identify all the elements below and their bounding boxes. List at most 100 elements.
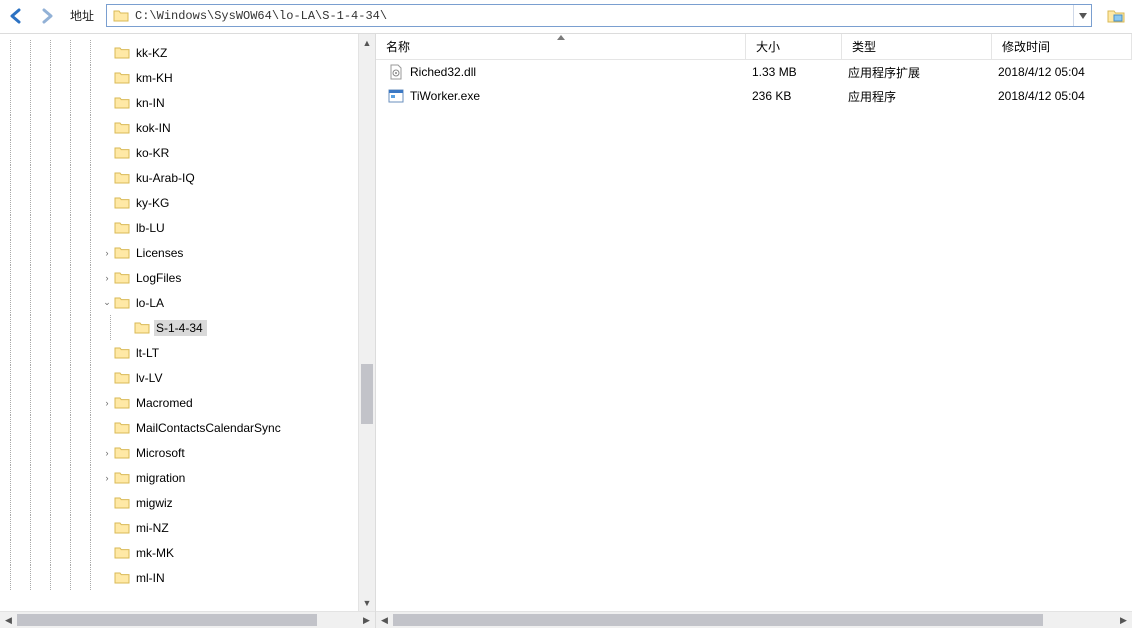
tree-vertical-scrollbar[interactable]: ▲ ▼	[358, 34, 375, 611]
tree-hscroll-thumb[interactable]	[17, 614, 317, 626]
tree-item[interactable]: ›kk-KZ	[0, 40, 375, 65]
column-header-type[interactable]: 类型	[842, 34, 992, 59]
tree-item[interactable]: ›kok-IN	[0, 115, 375, 140]
tree-item-label: kk-KZ	[134, 45, 171, 61]
scroll-right-icon[interactable]: ▶	[1115, 612, 1132, 629]
file-list-pane: 名称 大小 类型 修改时间 Riched32.dll 1.33 MB应用程序扩展2…	[376, 34, 1132, 628]
expand-icon[interactable]: ›	[100, 248, 114, 258]
folder-icon	[114, 370, 130, 386]
file-name: Riched32.dll	[410, 65, 476, 79]
folder-icon	[114, 270, 130, 286]
tree-item[interactable]: ›migwiz	[0, 490, 375, 515]
tree-item-label: lb-LU	[134, 220, 169, 236]
folder-icon	[114, 395, 130, 411]
tree-item-label: S-1-4-34	[154, 320, 207, 336]
file-date: 2018/4/12 05:04	[992, 65, 1132, 79]
folder-icon	[114, 70, 130, 86]
tree-item-label: Microsoft	[134, 445, 189, 461]
tree-item-label: ky-KG	[134, 195, 173, 211]
expand-icon[interactable]: ›	[100, 273, 114, 283]
tree-item[interactable]: › Licenses	[0, 240, 375, 265]
tree-item-label: migwiz	[134, 495, 177, 511]
exe-file-icon	[388, 88, 404, 104]
main-split: ›kk-KZ›km-KH›kn-IN›kok-IN›ko-KR›ku-Arab-…	[0, 34, 1132, 628]
file-type: 应用程序扩展	[842, 64, 992, 81]
scroll-right-icon[interactable]: ▶	[358, 612, 375, 629]
address-bar[interactable]: C:\Windows\SysWOW64\lo-LA\S-1-4-34\	[106, 4, 1092, 27]
expand-icon[interactable]: ›	[100, 398, 114, 408]
tree-item[interactable]: ›mi-NZ	[0, 515, 375, 540]
tree-item-label: lo-LA	[134, 295, 168, 311]
list-hscroll-thumb[interactable]	[393, 614, 1043, 626]
file-date: 2018/4/12 05:04	[992, 89, 1132, 103]
tree-item[interactable]: ›ml-IN	[0, 565, 375, 590]
folder-icon	[114, 120, 130, 136]
expand-icon[interactable]: ›	[100, 473, 114, 483]
tree-item[interactable]: ›ky-KG	[0, 190, 375, 215]
tree-item-label: ml-IN	[134, 570, 169, 586]
tree-item[interactable]: ›ko-KR	[0, 140, 375, 165]
tree-item[interactable]: › Macromed	[0, 390, 375, 415]
file-row[interactable]: Riched32.dll 1.33 MB应用程序扩展2018/4/12 05:04	[376, 60, 1132, 84]
tree-item[interactable]: ›migration	[0, 465, 375, 490]
folder-icon	[114, 195, 130, 211]
folder-tree-pane: ›kk-KZ›km-KH›kn-IN›kok-IN›ko-KR›ku-Arab-…	[0, 34, 376, 628]
file-list[interactable]: Riched32.dll 1.33 MB应用程序扩展2018/4/12 05:04…	[376, 60, 1132, 611]
column-header-row: 名称 大小 类型 修改时间	[376, 34, 1132, 60]
column-header-size[interactable]: 大小	[746, 34, 842, 59]
tree-scroll-thumb[interactable]	[361, 364, 373, 424]
collapse-icon[interactable]: ⌄	[100, 297, 114, 308]
forward-button[interactable]	[36, 5, 58, 27]
scroll-up-icon[interactable]: ▲	[359, 34, 375, 51]
back-button[interactable]	[6, 5, 28, 27]
scroll-down-icon[interactable]: ▼	[359, 594, 375, 611]
file-name: TiWorker.exe	[410, 89, 480, 103]
tree-item[interactable]: ›MailContactsCalendarSync	[0, 415, 375, 440]
tree-item-label: lt-LT	[134, 345, 163, 361]
tree-item-label: Licenses	[134, 245, 187, 261]
tree-item-label: kn-IN	[134, 95, 169, 111]
expand-icon[interactable]: ›	[100, 448, 114, 458]
tree-item[interactable]: ›kn-IN	[0, 90, 375, 115]
folder-icon	[114, 495, 130, 511]
tree-horizontal-scrollbar[interactable]: ◀ ▶	[0, 611, 375, 628]
tree-item-label: mk-MK	[134, 545, 178, 561]
folder-icon	[114, 545, 130, 561]
tree-item-label: Macromed	[134, 395, 197, 411]
tree-item-label: km-KH	[134, 70, 177, 86]
file-type: 应用程序	[842, 88, 992, 105]
tree-item-label: ku-Arab-IQ	[134, 170, 199, 186]
explorer-icon[interactable]	[1106, 6, 1126, 26]
folder-icon	[114, 570, 130, 586]
folder-icon	[114, 220, 130, 236]
tree-item-label: lv-LV	[134, 370, 166, 386]
tree-item[interactable]: ›km-KH	[0, 65, 375, 90]
scroll-left-icon[interactable]: ◀	[0, 612, 17, 629]
tree-item[interactable]: › Microsoft	[0, 440, 375, 465]
column-header-date[interactable]: 修改时间	[992, 34, 1132, 59]
file-row[interactable]: TiWorker.exe236 KB应用程序2018/4/12 05:04	[376, 84, 1132, 108]
tree-item[interactable]: ›mk-MK	[0, 540, 375, 565]
folder-icon	[114, 420, 130, 436]
file-size: 1.33 MB	[746, 65, 842, 79]
tree-item-label: LogFiles	[134, 270, 185, 286]
folder-icon	[114, 445, 130, 461]
scroll-left-icon[interactable]: ◀	[376, 612, 393, 629]
tree-item[interactable]: ›lb-LU	[0, 215, 375, 240]
tree-item[interactable]: › LogFiles	[0, 265, 375, 290]
list-horizontal-scrollbar[interactable]: ◀ ▶	[376, 611, 1132, 628]
folder-tree[interactable]: ›kk-KZ›km-KH›kn-IN›kok-IN›ko-KR›ku-Arab-…	[0, 34, 375, 611]
tree-item[interactable]: ›lt-LT	[0, 340, 375, 365]
folder-icon	[114, 520, 130, 536]
tree-item[interactable]: ›lv-LV	[0, 365, 375, 390]
folder-icon	[114, 95, 130, 111]
tree-item[interactable]: ›S-1-4-34	[0, 315, 375, 340]
tree-item[interactable]: ⌄ lo-LA	[0, 290, 375, 315]
folder-icon	[134, 320, 150, 336]
address-label: 地址	[66, 7, 98, 24]
column-header-name[interactable]: 名称	[376, 34, 746, 59]
folder-icon	[114, 170, 130, 186]
toolbar: 地址 C:\Windows\SysWOW64\lo-LA\S-1-4-34\	[0, 0, 1132, 34]
address-dropdown[interactable]	[1073, 5, 1091, 26]
tree-item[interactable]: ›ku-Arab-IQ	[0, 165, 375, 190]
